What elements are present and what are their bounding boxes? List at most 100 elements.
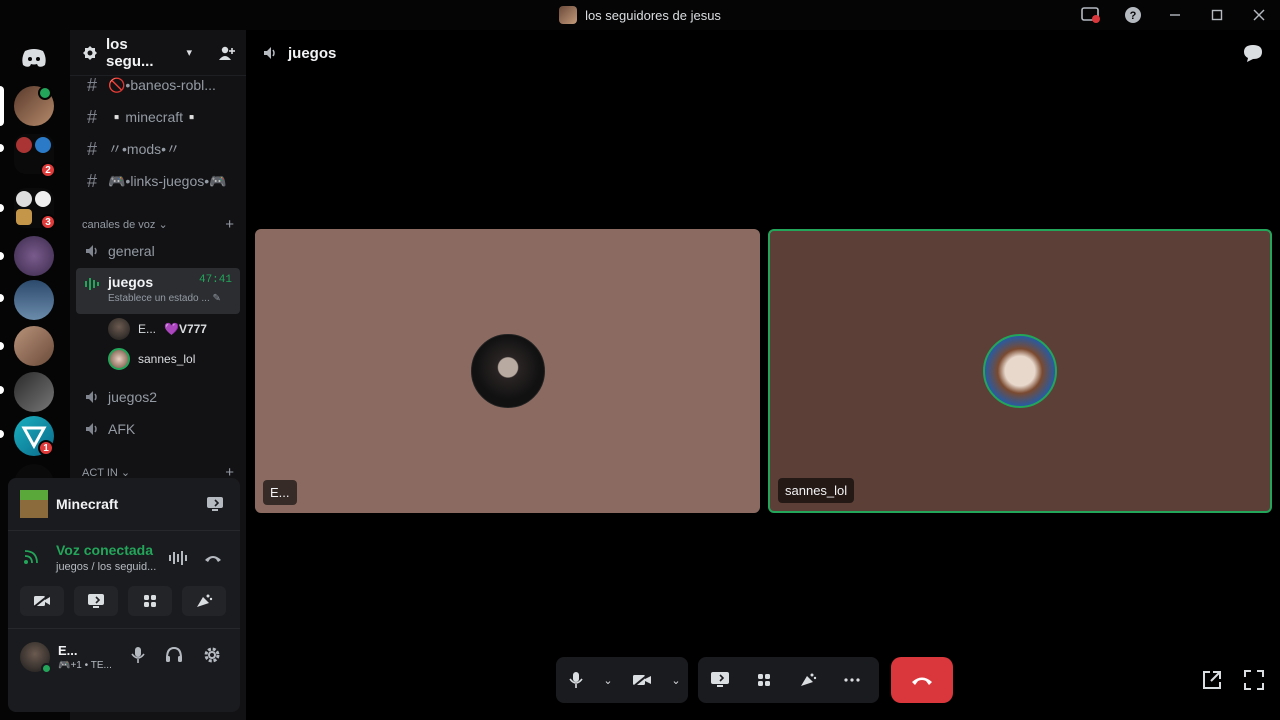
chevron-down-icon[interactable]: ⌄ xyxy=(596,657,620,703)
chat-bubble-icon[interactable] xyxy=(1242,43,1264,63)
soundboard-button[interactable] xyxy=(182,586,226,616)
channel-label: 🚫•baneos-robl... xyxy=(108,76,216,93)
unread-pill xyxy=(0,342,4,350)
pencil-icon[interactable]: ✎ xyxy=(213,293,221,304)
soundboard-button[interactable] xyxy=(786,657,830,703)
activity-row[interactable]: Minecraft xyxy=(20,490,118,518)
voice-channel-juegos[interactable]: juegos 47:41 Establece un estado ... ✎ xyxy=(76,268,240,314)
microphone-button[interactable] xyxy=(556,657,596,703)
add-member-icon[interactable] xyxy=(218,45,236,61)
server-icon xyxy=(559,6,578,24)
minimize-icon[interactable] xyxy=(1154,0,1196,30)
call-timer: 47:41 xyxy=(198,274,232,286)
channel-label: juegos2 xyxy=(108,389,158,405)
share-controls xyxy=(698,657,879,703)
unread-pill xyxy=(0,144,4,152)
channel-links-juegos[interactable]: # 🎮•links-juegos•🎮 xyxy=(76,166,240,196)
speaker-icon xyxy=(84,243,100,259)
headphones-icon[interactable] xyxy=(165,646,183,664)
signal-icon xyxy=(22,548,40,566)
voice-channel-general[interactable]: general xyxy=(76,236,240,266)
voice-active-icon xyxy=(38,86,52,100)
video-tile-speaking[interactable]: sannes_lol xyxy=(768,229,1272,513)
server-name: los segu... xyxy=(106,35,154,70)
noise-suppression-icon[interactable] xyxy=(168,550,188,566)
user-name: E... xyxy=(58,643,78,658)
unread-pill xyxy=(0,252,4,260)
share-screen-button[interactable] xyxy=(698,657,742,703)
channel-label: 🎮•links-juegos•🎮 xyxy=(108,172,227,189)
stream-game-icon[interactable] xyxy=(206,496,224,512)
speaker-icon xyxy=(262,45,280,61)
category-voice[interactable]: canales de voz ⌄ + xyxy=(82,216,234,233)
voice-wave-icon xyxy=(84,276,100,292)
activities-button[interactable] xyxy=(128,586,172,616)
title-bar: los seguidores de jesus ? xyxy=(0,0,1280,30)
server-4[interactable] xyxy=(14,280,54,320)
channel-mods[interactable]: # 〃•mods•〃 xyxy=(76,134,240,164)
divider xyxy=(8,628,240,629)
user-status: 🎮+1 • TE... xyxy=(58,660,112,671)
activity-voice-panel: Minecraft Voz conectada juegos / los seg… xyxy=(8,478,240,712)
mention-badge: 3 xyxy=(40,214,56,230)
participant-name: E... xyxy=(263,480,297,505)
channel-label: ▫️minecraft▫️ xyxy=(108,108,201,125)
channel-status[interactable]: Establece un estado ... xyxy=(108,293,210,304)
call-header: juegos xyxy=(246,30,1280,76)
help-icon[interactable]: ? xyxy=(1112,0,1154,30)
add-channel-icon[interactable]: + xyxy=(225,216,234,233)
speaker-icon xyxy=(84,389,100,405)
discord-home-icon[interactable] xyxy=(14,38,54,78)
screen-share-indicator-icon[interactable] xyxy=(1070,0,1112,30)
unread-pill xyxy=(0,430,4,438)
server-3[interactable] xyxy=(14,236,54,276)
voice-channel-afk[interactable]: AFK xyxy=(76,414,240,444)
microphone-icon[interactable] xyxy=(130,646,146,664)
fullscreen-icon[interactable] xyxy=(1243,669,1265,691)
close-icon[interactable] xyxy=(1238,0,1280,30)
server-6[interactable] xyxy=(14,372,54,412)
audio-video-controls: ⌄ ⌄ xyxy=(556,657,688,703)
hash-icon: # xyxy=(86,74,97,95)
activities-button[interactable] xyxy=(742,657,786,703)
mention-badge: 2 xyxy=(40,162,56,178)
unread-pill xyxy=(0,204,4,212)
server-5[interactable] xyxy=(14,326,54,366)
user-area[interactable]: E... 🎮+1 • TE... xyxy=(20,642,112,674)
share-screen-button[interactable] xyxy=(74,586,118,616)
member-name: sannes_lol xyxy=(138,352,196,366)
chevron-down-icon[interactable]: ⌄ xyxy=(664,657,688,703)
pop-out-icon[interactable] xyxy=(1201,669,1223,691)
svg-text:?: ? xyxy=(1130,10,1137,22)
gear-icon[interactable] xyxy=(203,646,221,664)
more-options-icon[interactable] xyxy=(830,657,874,703)
hash-icon: # xyxy=(86,138,97,159)
member-tag: 💜V777 xyxy=(164,322,207,336)
voice-member[interactable]: E... 💜V777 xyxy=(108,316,207,342)
video-tile[interactable]: E... xyxy=(255,229,760,513)
selected-server-pill xyxy=(0,86,4,126)
channel-baneos[interactable]: # 🚫•baneos-robl... xyxy=(76,70,240,100)
online-status-icon xyxy=(41,663,52,674)
voice-channel-juegos2[interactable]: juegos2 xyxy=(76,382,240,412)
hang-up-button[interactable] xyxy=(891,657,953,703)
voice-location: juegos / los seguid... xyxy=(56,561,157,573)
voice-member[interactable]: sannes_lol xyxy=(108,346,195,372)
unread-pill xyxy=(0,386,4,394)
unread-pill xyxy=(0,294,4,302)
disconnect-icon[interactable] xyxy=(204,552,222,564)
voice-status: Voz conectada xyxy=(56,542,153,558)
maximize-icon[interactable] xyxy=(1196,0,1238,30)
mention-badge: 1 xyxy=(38,440,54,456)
avatar xyxy=(108,318,130,340)
server-badge-icon xyxy=(83,45,97,60)
chevron-down-icon: ⌄ xyxy=(158,219,168,231)
voice-actions xyxy=(20,586,226,616)
channel-label: AFK xyxy=(108,421,136,437)
camera-off-button[interactable] xyxy=(620,657,664,703)
voice-status-block[interactable]: Voz conectada juegos / los seguid... xyxy=(56,542,156,573)
camera-off-button[interactable] xyxy=(20,586,64,616)
channel-minecraft[interactable]: # ▫️minecraft▫️ xyxy=(76,102,240,132)
divider xyxy=(8,530,240,531)
member-name: E... xyxy=(138,322,157,336)
